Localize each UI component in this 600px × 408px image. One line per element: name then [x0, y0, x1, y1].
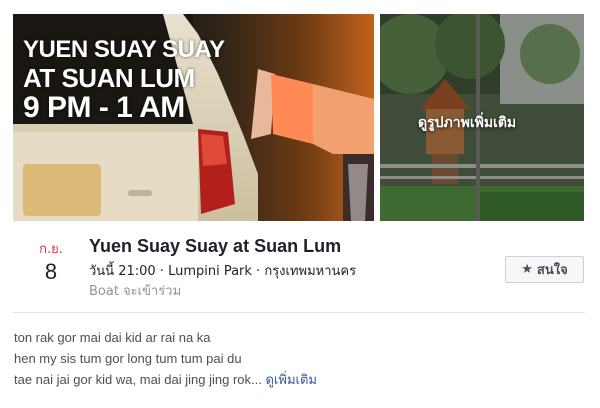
event-cover-photo[interactable]: YUEN SUAY SUAY AT SUAN LUM 9 PM - 1 AM — [13, 14, 374, 221]
overlay-line-2: AT SUAN LUM — [23, 63, 195, 93]
description-line-1: ton rak gor mai dai kid ar rai na ka — [14, 330, 211, 345]
description-line-2: hen my sis tum gor long tum tum pai du — [14, 351, 242, 366]
event-going: Boat จะเข้าร่วม — [89, 284, 182, 299]
interested-button-label: สนใจ — [536, 263, 568, 278]
more-photos-label: ดูรูปภาพเพิ่มเติม — [418, 115, 517, 131]
event-date-day: 8 — [44, 259, 58, 284]
more-photos-tile[interactable]: ดูรูปภาพเพิ่มเติม — [380, 14, 584, 221]
overlay-line-3: 9 PM - 1 AM — [23, 91, 185, 124]
event-description: ton rak gor mai dai kid ar rai na ka hen… — [14, 327, 584, 391]
event-meta: วันนี้ 21:00 · Lumpini Park · กรุงเทพมหา… — [89, 264, 357, 279]
see-more-link[interactable]: ดูเพิ่มเติม — [265, 373, 316, 388]
overlay-line-1: YUEN SUAY SUAY — [23, 36, 225, 63]
event-title[interactable]: Yuen Suay Suay at Suan Lum — [89, 236, 341, 257]
description-line-3: tae nai jai gor kid wa, mai dai jing jin… — [14, 369, 584, 391]
divider — [13, 312, 585, 313]
interested-button[interactable]: ★ สนใจ — [505, 256, 584, 283]
description-line-3-text: tae nai jai gor kid wa, mai dai jing jin… — [14, 372, 262, 387]
star-icon: ★ — [521, 262, 533, 277]
event-date-month: ก.ย. — [39, 242, 63, 257]
event-date: ก.ย. 8 — [30, 238, 72, 285]
